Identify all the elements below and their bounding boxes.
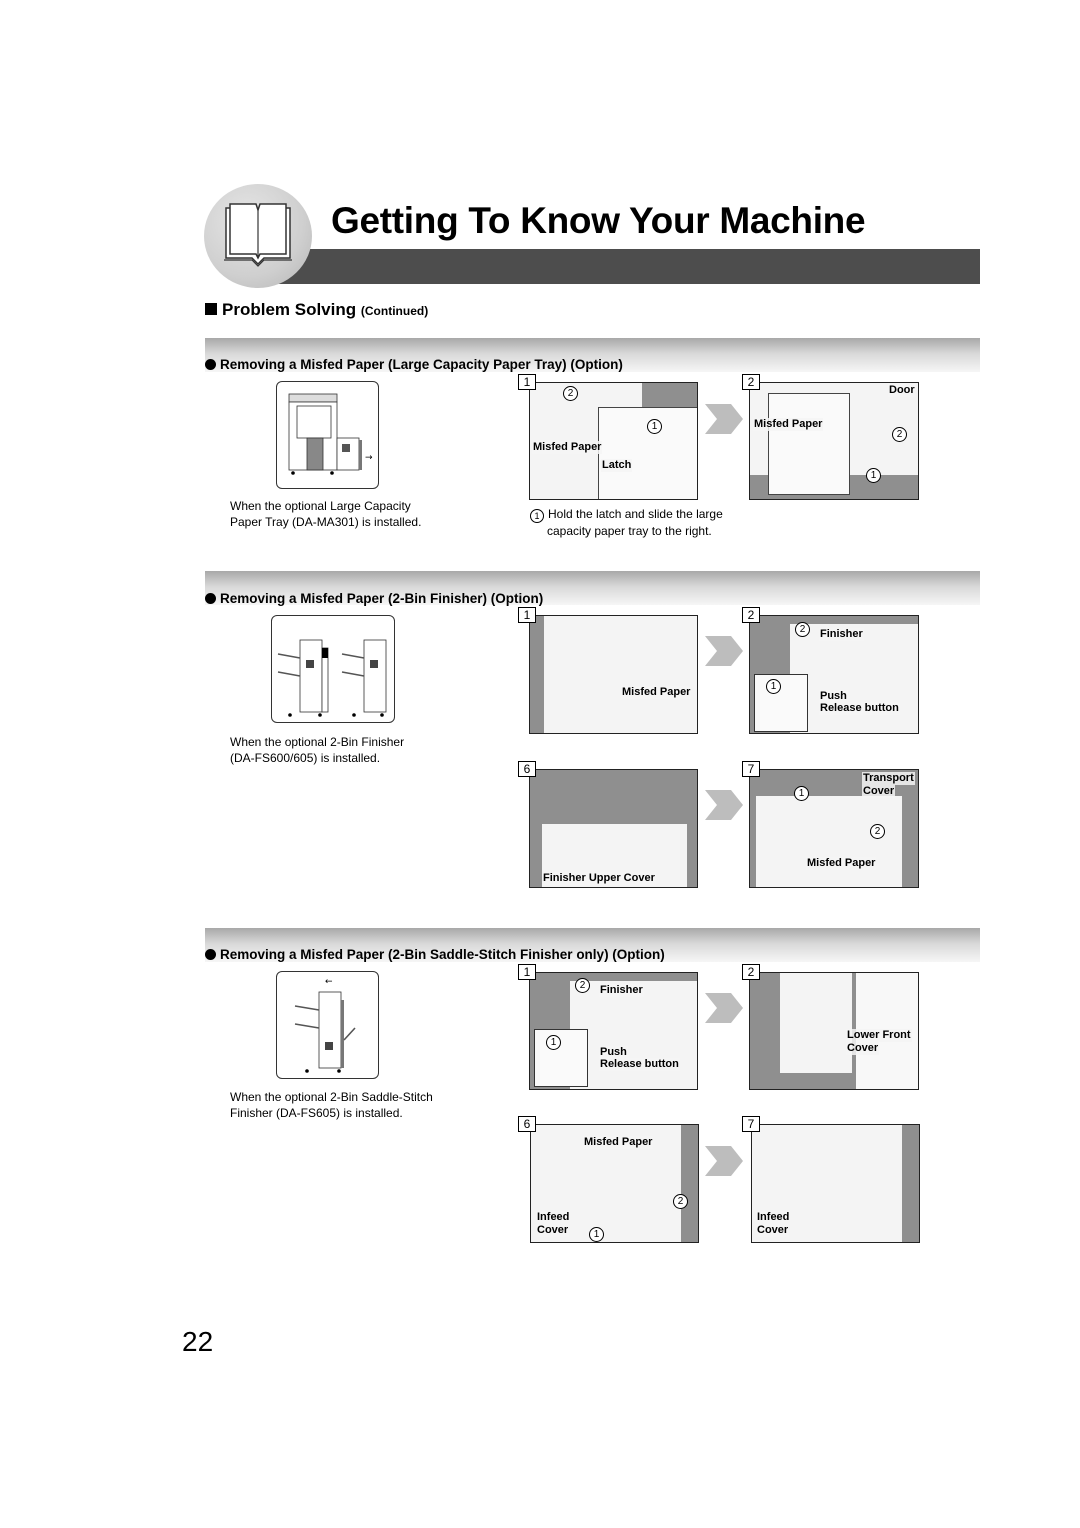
overview-caption: When the optional Large Capacity Paper T…: [230, 499, 422, 529]
step-illustration: 2 Finisher 1 Push Release button: [529, 972, 698, 1090]
label-infeed: Infeed: [536, 1211, 571, 1224]
marker-1: 1: [794, 786, 809, 801]
marker-1: 1: [766, 679, 781, 694]
svg-text:→: →: [365, 453, 373, 463]
marker-2: 2: [575, 978, 590, 993]
step-number: 1: [518, 607, 536, 623]
step-number: 6: [518, 761, 536, 777]
marker-1: 1: [866, 468, 881, 483]
label-cover: Cover: [846, 1042, 880, 1055]
next-step-arrow-icon: [705, 993, 743, 1023]
label-cover: Cover: [536, 1224, 570, 1237]
subsection-title: Removing a Misfed Paper (Large Capacity …: [205, 357, 623, 372]
label-latch: Latch: [601, 459, 633, 472]
next-step-arrow-icon: [705, 1146, 743, 1176]
step-number: 7: [742, 1116, 760, 1132]
step-number: 1: [518, 374, 536, 390]
label-misfed-paper: Misfed Paper: [583, 1136, 654, 1149]
label-release-button: Release button: [599, 1058, 680, 1071]
header-badge: [204, 184, 312, 288]
bullet-icon: [205, 949, 216, 960]
next-step-arrow-icon: [705, 404, 743, 434]
copier-with-lct-icon: →: [288, 393, 373, 475]
marker-1: 1: [530, 509, 544, 523]
overview-caption: When the optional 2-Bin Saddle-Stitch Fi…: [230, 1090, 433, 1120]
step-illustration: 2 Finisher 1 Push Release button: [749, 615, 919, 734]
label-misfed-paper: Misfed Paper: [621, 686, 692, 699]
label-finisher-upper-cover: Finisher Upper Cover: [542, 872, 656, 885]
step-illustration: Finisher Upper Cover: [529, 769, 698, 888]
marker-1: 1: [546, 1035, 561, 1050]
square-bullet-icon: [205, 303, 217, 315]
label-misfed-paper: Misfed Paper: [753, 418, 824, 431]
step-illustration: Infeed Cover: [751, 1124, 920, 1243]
step-number: 1: [518, 964, 536, 980]
step-illustration: Misfed Paper 2 Infeed Cover 1: [530, 1124, 699, 1243]
label-finisher: Finisher: [599, 984, 644, 997]
label-transport: Transport: [862, 772, 915, 785]
page-title: Getting To Know Your Machine: [331, 200, 866, 241]
label-misfed-paper: Misfed Paper: [806, 857, 877, 870]
step-illustration: Door Misfed Paper 2 1: [749, 382, 919, 500]
step-note: 1 Hold the latch and slide the large capa…: [530, 506, 723, 539]
marker-2: 2: [795, 622, 810, 637]
saddle-stitch-finisher-icon: ←: [294, 977, 356, 1073]
step-illustration: Lower Front Cover: [749, 972, 919, 1090]
open-book-icon: [224, 203, 292, 267]
header-bar: [262, 249, 980, 284]
label-door: Door: [888, 384, 916, 397]
label-misfed-paper: Misfed Paper: [532, 441, 603, 454]
next-step-arrow-icon: [705, 636, 743, 666]
label-release-button: Release button: [819, 702, 900, 715]
bullet-icon: [205, 593, 216, 604]
step-number: 6: [518, 1116, 536, 1132]
step-illustration: 2 1 Misfed Paper Latch: [529, 382, 698, 500]
marker-2: 2: [563, 386, 578, 401]
marker-1: 1: [647, 419, 662, 434]
step-illustration: Misfed Paper: [529, 615, 698, 734]
label-infeed: Infeed: [756, 1211, 791, 1224]
label-cover: Cover: [862, 785, 896, 798]
continued-label: (Continued): [360, 304, 429, 318]
next-step-arrow-icon: [705, 790, 743, 820]
label-lower-front: Lower Front: [846, 1029, 912, 1042]
label-cover: Cover: [756, 1224, 790, 1237]
svg-text:←: ←: [325, 977, 333, 987]
marker-2: 2: [673, 1194, 688, 1209]
subsection-title: Removing a Misfed Paper (2-Bin Saddle-St…: [205, 947, 665, 962]
bullet-icon: [205, 359, 216, 370]
saddle-stitch-overview-illustration: ←: [276, 971, 379, 1079]
machine-overview-illustration: →: [276, 381, 379, 489]
page-number: 22: [182, 1326, 214, 1357]
marker-1: 1: [589, 1227, 604, 1242]
two-bin-finisher-icon: [277, 639, 387, 717]
overview-caption: When the optional 2-Bin Finisher (DA-FS6…: [230, 735, 405, 765]
section-title: Problem Solving (Continued): [205, 300, 428, 320]
step-number: 2: [742, 607, 760, 623]
label-finisher: Finisher: [819, 628, 864, 641]
finisher-overview-illustration: [271, 615, 395, 723]
marker-2: 2: [870, 824, 885, 839]
step-number: 2: [742, 964, 760, 980]
subsection-title: Removing a Misfed Paper (2-Bin Finisher)…: [205, 591, 543, 606]
step-number: 2: [742, 374, 760, 390]
step-number: 7: [742, 761, 760, 777]
step-illustration: 1 Transport Cover 2 Misfed Paper: [749, 769, 919, 888]
marker-2: 2: [892, 427, 907, 442]
